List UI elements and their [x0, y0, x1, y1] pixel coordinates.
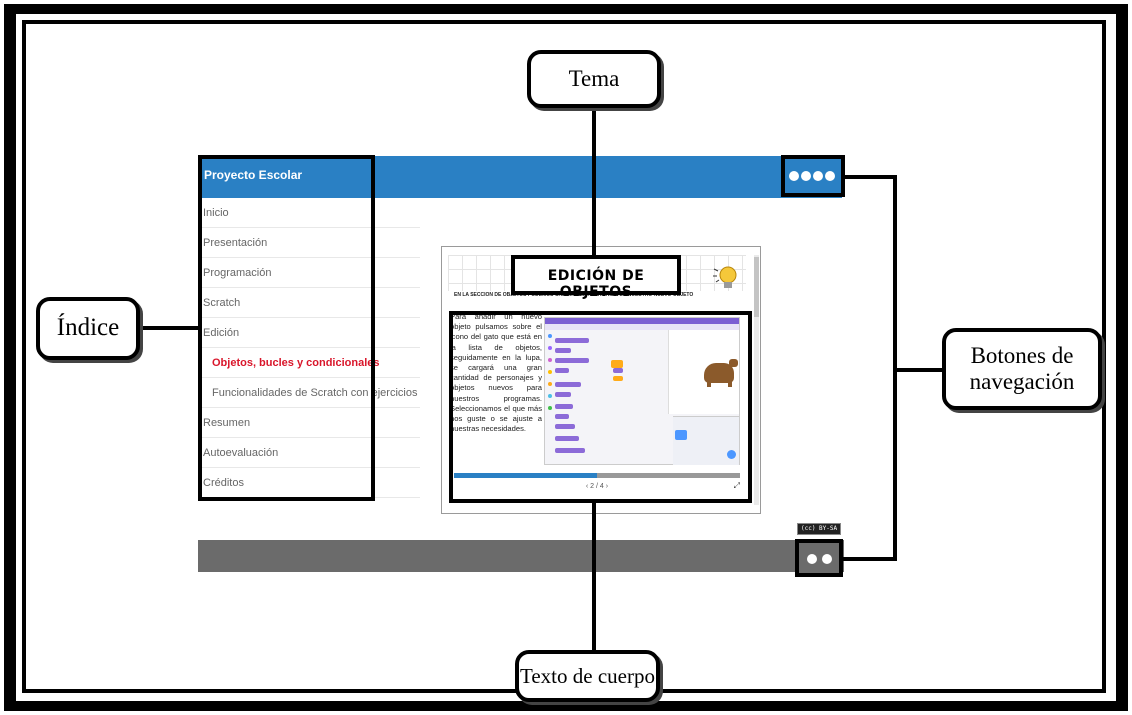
label-botones-navegacion: Botones de navegación [942, 328, 1102, 410]
bottom-nav-box [795, 539, 843, 577]
connector-tema [592, 105, 596, 255]
nav-button-prev[interactable] [807, 554, 817, 564]
footer-bar [198, 540, 844, 572]
license-badge: (cc) BY-SA [797, 523, 841, 535]
license-text: (cc) BY-SA [801, 525, 838, 532]
nav-button-2[interactable] [801, 171, 811, 181]
nav-button-4[interactable] [825, 171, 835, 181]
connector-body [592, 503, 596, 653]
nav-button-1[interactable] [789, 171, 799, 181]
label-indice: Índice [36, 297, 140, 360]
nav-button-3[interactable] [813, 171, 823, 181]
connector-nav-label [893, 368, 945, 372]
body-highlight-box [449, 311, 752, 503]
slide-title: EDICIÓN DE OBJETOS [547, 268, 645, 300]
slide-scroll-thumb[interactable] [754, 257, 759, 317]
label-tema: Tema [527, 50, 661, 108]
connector-indice [137, 326, 199, 330]
lightbulb-icon [713, 266, 737, 288]
connector-nav-top [845, 175, 897, 179]
nav-button-next[interactable] [822, 554, 832, 564]
label-texto-cuerpo: Texto de cuerpo [515, 650, 660, 702]
connector-nav-bottom [843, 557, 897, 561]
index-highlight-box [198, 155, 375, 501]
